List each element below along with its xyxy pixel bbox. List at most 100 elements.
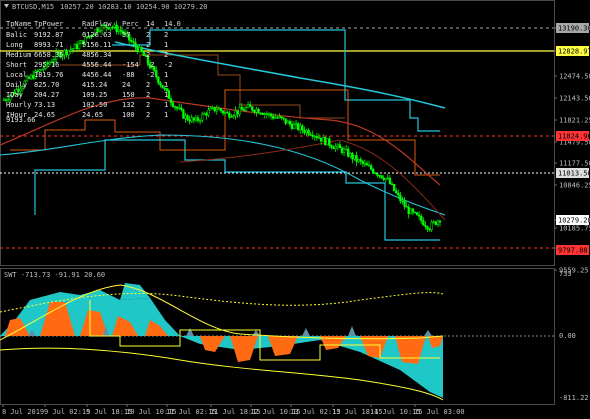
stats-cell: 8993.71	[34, 41, 64, 49]
stats-cell: 2	[164, 51, 168, 59]
stats-cell: -2	[146, 71, 154, 79]
candle-body	[361, 160, 364, 164]
price-tag-label: 9797.88	[558, 247, 588, 255]
candle-body	[71, 48, 74, 50]
candle-body	[188, 119, 191, 122]
candle-body	[115, 24, 118, 32]
candle-body	[278, 116, 281, 119]
candle-body	[226, 112, 229, 114]
price-tag: 11824.90	[556, 131, 590, 141]
candle-body	[219, 108, 223, 112]
candle-body	[370, 165, 373, 170]
candle-body	[334, 146, 337, 150]
candle-body	[182, 109, 185, 119]
candle-body	[340, 147, 344, 153]
candle-body	[296, 123, 300, 131]
candle-body	[390, 183, 394, 185]
candle-body	[175, 106, 179, 109]
candle-body	[63, 50, 66, 56]
stats-cell: -88	[122, 71, 135, 79]
candle-body	[236, 110, 239, 115]
stats-cell: Hourly	[6, 101, 31, 109]
candle-body	[401, 200, 404, 203]
stats-cell: 2	[164, 31, 168, 39]
indicator-label: SWT -713.73 -91.91 20.60	[4, 271, 105, 279]
candle-body	[349, 153, 352, 157]
stats-cell: 4556.44	[82, 61, 112, 69]
indicator-axis-label: 0.00	[559, 332, 576, 340]
candle-body	[140, 46, 143, 52]
candle-body	[367, 164, 371, 167]
candle-body	[134, 42, 137, 47]
stats-cell: 2	[146, 91, 150, 99]
candle-body	[73, 44, 77, 49]
candle-body	[386, 177, 389, 180]
time-axis-label: 11 Jul 02:15	[166, 408, 217, 416]
candle-body	[290, 123, 294, 129]
candle-body	[424, 224, 427, 227]
candle-body	[27, 76, 31, 79]
candle-body	[344, 148, 348, 151]
candle-body	[234, 110, 237, 116]
candle-body	[303, 129, 306, 133]
stats-cell: Medium	[6, 51, 31, 59]
candle-body	[420, 216, 423, 221]
candle-body	[430, 222, 433, 230]
candle-body	[261, 113, 264, 116]
candle-body	[307, 129, 310, 135]
candle-body	[397, 192, 400, 196]
candle-body	[395, 190, 398, 194]
candle-body	[326, 138, 329, 145]
candle-body	[257, 109, 260, 114]
candle-body	[169, 98, 173, 103]
stats-cell: 4456.44	[82, 71, 112, 79]
stats-cell: Local	[6, 71, 27, 79]
candle-body	[221, 110, 225, 114]
candle-body	[317, 137, 321, 139]
candle-body	[205, 113, 208, 116]
stats-cell: -2	[164, 61, 172, 69]
candle-body	[215, 109, 218, 112]
candle-body	[75, 44, 79, 50]
candle-body	[132, 41, 135, 43]
candle-body	[428, 228, 431, 231]
candle-body	[113, 24, 116, 28]
stats-cell: 2	[146, 81, 150, 89]
price-axis-label: 10185.75	[559, 225, 590, 233]
stats-cell: 1	[164, 111, 168, 119]
candle-body	[159, 82, 162, 86]
header-text: BTCUSD,M15 10257.20 10283.10 10254.90 10…	[4, 3, 208, 11]
stats-cell: -2	[146, 61, 154, 69]
candle-body	[192, 117, 195, 121]
time-axis-label: 9 Jul 02:15	[44, 408, 90, 416]
candle-body	[405, 206, 408, 208]
stats-cell: 1819.76	[34, 71, 64, 79]
candle-body	[413, 211, 417, 214]
candle-body	[409, 208, 412, 215]
candle-body	[209, 108, 212, 111]
main-chart: BTCUSD,M15 10257.20 10283.10 10254.90 10…	[0, 0, 590, 419]
stats-cell: -154	[122, 61, 139, 69]
candle-body	[415, 212, 419, 216]
candle-body	[223, 112, 227, 114]
candle-body	[353, 155, 356, 160]
candle-body	[2, 99, 6, 101]
candle-body	[282, 117, 285, 119]
candle-body	[432, 221, 435, 223]
price-tag: 13190.30	[556, 23, 590, 33]
candle-body	[232, 115, 235, 118]
candle-body	[332, 147, 335, 150]
candle-body	[217, 108, 221, 110]
stats-cell: 100	[122, 111, 135, 119]
candle-body	[359, 159, 362, 162]
price-tag: 11013.56	[556, 168, 590, 178]
candle-body	[403, 200, 406, 207]
time-axis-label: 8 Jul 2019	[2, 408, 44, 416]
candle-body	[190, 117, 193, 122]
indicator-axis-label: 733	[559, 270, 572, 278]
price-tag: 9797.88	[556, 245, 589, 255]
candle-body	[309, 134, 312, 136]
candle-body	[142, 51, 145, 57]
candle-body	[198, 120, 202, 122]
candle-body	[357, 159, 360, 162]
